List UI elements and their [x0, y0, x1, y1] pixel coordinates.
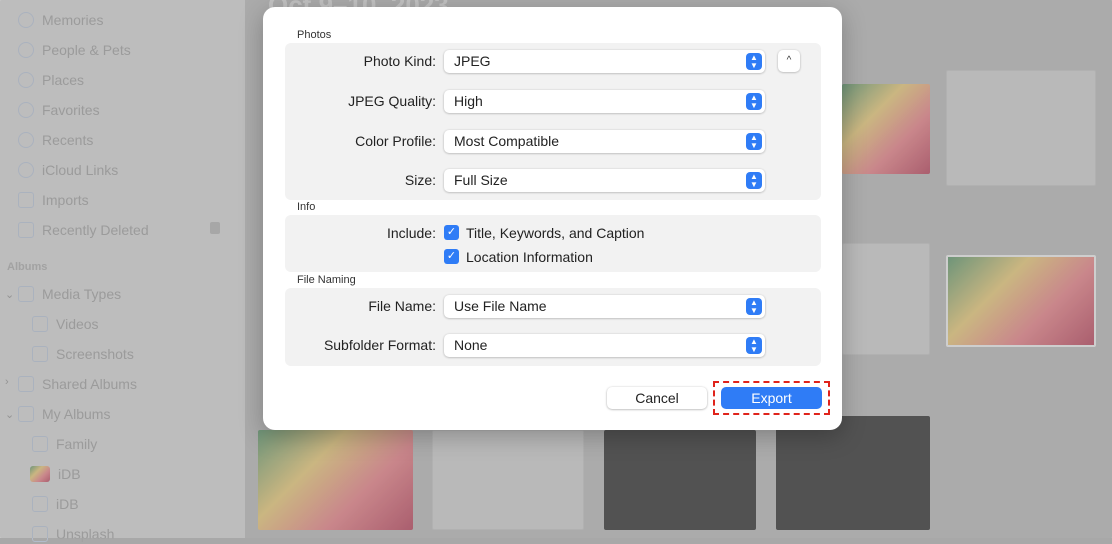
- stepper-chevrons-icon: ▲ ▼: [746, 298, 762, 315]
- select-value: Most Compatible: [454, 133, 560, 149]
- info-section-label: Info: [297, 201, 316, 213]
- collapse-button[interactable]: ^: [778, 50, 800, 72]
- photos-section: Photo Kind: JPEG ▲ ▼ JPEG Quality: High ▲ ▼ …: [285, 43, 821, 200]
- file-naming-section: File Name: Use File Name ▲ ▼ Subfolder For…: [285, 288, 821, 366]
- jpeg-quality-label: JPEG Quality:: [348, 93, 436, 109]
- stepper-chevrons-icon: ▲ ▼: [746, 172, 762, 189]
- subfolder-format-row: Subfolder Format: None ▲ ▼: [285, 334, 821, 358]
- jpeg-quality-select[interactable]: High ▲ ▼: [444, 90, 765, 113]
- stepper-chevrons-icon: ▲ ▼: [746, 133, 762, 150]
- file-name-row: File Name: Use File Name ▲ ▼: [285, 295, 821, 319]
- select-value: Use File Name: [454, 298, 547, 314]
- location-label: Location Information: [466, 249, 593, 265]
- select-value: JPEG: [454, 53, 491, 69]
- file-name-label: File Name:: [368, 298, 436, 314]
- highlight-box: [713, 381, 830, 415]
- color-profile-row: Color Profile: Most Compatible ▲ ▼: [285, 130, 821, 154]
- jpeg-quality-row: JPEG Quality: High ▲ ▼: [285, 90, 821, 114]
- photo-kind-row: Photo Kind: JPEG ▲ ▼: [285, 50, 821, 74]
- info-section: Include: ✓ Title, Keywords, and Caption …: [285, 215, 821, 272]
- photo-kind-label: Photo Kind:: [363, 53, 436, 69]
- select-value: Full Size: [454, 172, 508, 188]
- subfolder-format-label: Subfolder Format:: [323, 337, 436, 353]
- color-profile-label: Color Profile:: [355, 133, 436, 149]
- select-value: High: [454, 93, 483, 109]
- photos-section-label: Photos: [297, 29, 332, 41]
- chevron-up-icon: ^: [786, 55, 792, 66]
- color-profile-select[interactable]: Most Compatible ▲ ▼: [444, 130, 765, 153]
- stepper-chevrons-icon: ▲ ▼: [746, 337, 762, 354]
- stepper-chevrons-icon: ▲ ▼: [746, 53, 762, 70]
- cancel-button[interactable]: Cancel: [607, 387, 707, 409]
- photo-kind-select[interactable]: JPEG ▲ ▼: [444, 50, 765, 73]
- file-naming-section-label: File Naming: [297, 274, 356, 286]
- size-label: Size:: [404, 172, 436, 188]
- title-keywords-label: Title, Keywords, and Caption: [466, 225, 645, 241]
- include-label: Include:: [386, 225, 436, 241]
- size-row: Size: Full Size ▲ ▼: [285, 169, 821, 193]
- title-keywords-checkbox[interactable]: ✓: [444, 225, 459, 240]
- subfolder-format-select[interactable]: None ▲ ▼: [444, 334, 765, 357]
- size-select[interactable]: Full Size ▲ ▼: [444, 169, 765, 192]
- stepper-chevrons-icon: ▲ ▼: [746, 93, 762, 110]
- location-checkbox[interactable]: ✓: [444, 249, 459, 264]
- export-dialog: Photos Photo Kind: JPEG ▲ ▼ JPEG Quality: …: [263, 7, 842, 430]
- select-value: None: [454, 337, 488, 353]
- file-name-select[interactable]: Use File Name ▲ ▼: [444, 295, 765, 318]
